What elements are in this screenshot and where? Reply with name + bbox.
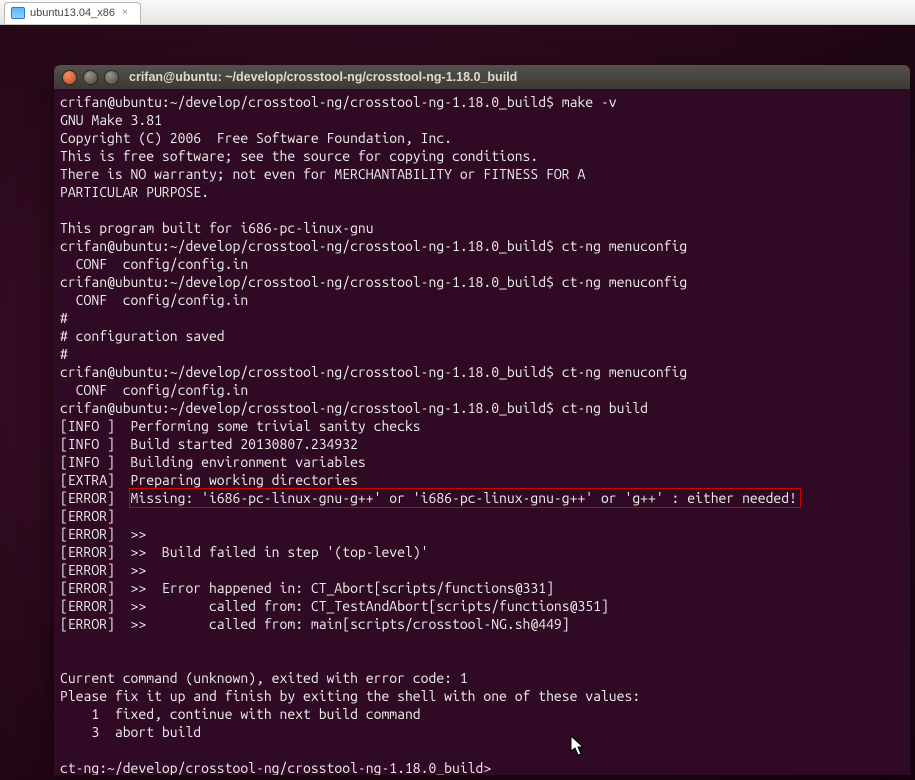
terminal-title: crifan@ubuntu: ~/develop/crosstool-ng/cr…	[129, 70, 902, 84]
terminal-line	[60, 651, 904, 669]
terminal-line	[60, 201, 904, 219]
window-maximize-button[interactable]	[104, 70, 119, 85]
tab-close-icon[interactable]: ×	[120, 8, 130, 18]
terminal-line: CONF config/config.in	[60, 255, 904, 273]
terminal-line: [EXTRA] Preparing working directories	[60, 471, 904, 489]
terminal-line: [ERROR]	[60, 507, 904, 525]
terminal-line: CONF config/config.in	[60, 381, 904, 399]
terminal-line: [INFO ] Building environment variables	[60, 453, 904, 471]
terminal-line: crifan@ubuntu:~/develop/crosstool-ng/cro…	[60, 363, 904, 381]
terminal-line: ct-ng:~/develop/crosstool-ng/crosstool-n…	[60, 759, 904, 775]
terminal-line: This is free software; see the source fo…	[60, 147, 904, 165]
terminal-line	[60, 633, 904, 651]
terminal-line: There is NO warranty; not even for MERCH…	[60, 165, 904, 183]
terminal-line: Copyright (C) 2006 Free Software Foundat…	[60, 129, 904, 147]
terminal-line: [ERROR] >>	[60, 525, 904, 543]
vm-tab-label: ubuntu13.04_x86	[30, 7, 115, 19]
terminal-line: 1 fixed, continue with next build comman…	[60, 705, 904, 723]
terminal-line: [INFO ] Build started 20130807.234932	[60, 435, 904, 453]
window-minimize-button[interactable]	[83, 70, 98, 85]
terminal-line: 3 abort build	[60, 723, 904, 741]
terminal-line: # configuration saved	[60, 327, 904, 345]
vm-tab[interactable]: ubuntu13.04_x86 ×	[4, 2, 141, 24]
terminal-line: [ERROR] >> called from: CT_TestAndAbort[…	[60, 597, 904, 615]
terminal-line: [INFO ] Performing some trivial sanity c…	[60, 417, 904, 435]
window-close-button[interactable]	[62, 70, 77, 85]
terminal-line: GNU Make 3.81	[60, 111, 904, 129]
terminal-line: This program built for i686-pc-linux-gnu	[60, 219, 904, 237]
terminal-body[interactable]: crifan@ubuntu:~/develop/crosstool-ng/cro…	[54, 89, 910, 775]
terminal-titlebar[interactable]: crifan@ubuntu: ~/develop/crosstool-ng/cr…	[54, 65, 910, 89]
terminal-line: #	[60, 309, 904, 327]
terminal-line: [ERROR] >> Error happened in: CT_Abort[s…	[60, 579, 904, 597]
terminal-line: Current command (unknown), exited with e…	[60, 669, 904, 687]
host-tabstrip: ubuntu13.04_x86 ×	[0, 0, 915, 25]
terminal-line: [ERROR] >>	[60, 561, 904, 579]
monitor-icon	[11, 7, 25, 19]
terminal-line: crifan@ubuntu:~/develop/crosstool-ng/cro…	[60, 273, 904, 291]
guest-desktop: crifan@ubuntu: ~/develop/crosstool-ng/cr…	[0, 25, 915, 780]
terminal-line: PARTICULAR PURPOSE.	[60, 183, 904, 201]
terminal-line: crifan@ubuntu:~/develop/crosstool-ng/cro…	[60, 399, 904, 417]
terminal-line: [ERROR] >> Build failed in step '(top-le…	[60, 543, 904, 561]
terminal-line	[60, 741, 904, 759]
terminal-line: Please fix it up and finish by exiting t…	[60, 687, 904, 705]
terminal-line: CONF config/config.in	[60, 291, 904, 309]
terminal-window: crifan@ubuntu: ~/develop/crosstool-ng/cr…	[54, 65, 910, 775]
terminal-line: #	[60, 345, 904, 363]
terminal-line: crifan@ubuntu:~/develop/crosstool-ng/cro…	[60, 237, 904, 255]
terminal-line: crifan@ubuntu:~/develop/crosstool-ng/cro…	[60, 93, 904, 111]
terminal-line: [ERROR] >> called from: main[scripts/cro…	[60, 615, 904, 633]
terminal-line: [ERROR] Missing: 'i686-pc-linux-gnu-g++'…	[60, 489, 904, 507]
